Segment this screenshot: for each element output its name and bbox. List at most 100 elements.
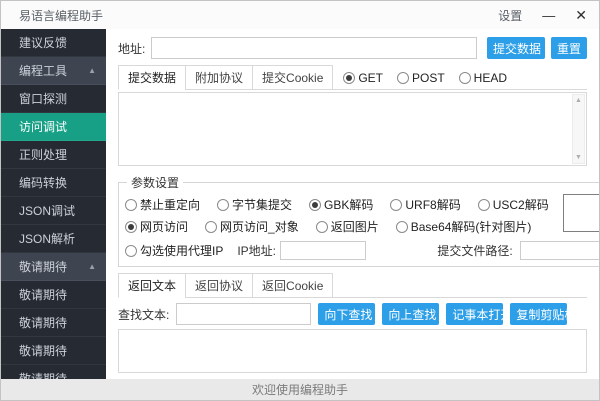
sidebar-item-encoding[interactable]: 编码转换 [1,169,106,197]
proxy-and-file-row: 勾选使用代理IP IP地址: 提交文件路径: ... [125,240,599,261]
radio-label: 禁止重定向 [140,198,201,212]
response-tabstrip: 返回文本 返回协议 返回Cookie [118,273,587,298]
sidebar-item-label: 敬请期待 [19,316,68,330]
statusbar: 欢迎使用编程助手 [1,379,599,400]
parameter-settings-group: 参数设置 禁止重定向 字节集提交 GBK解码 URF8解码 USC2解码 网页访… [118,174,599,267]
sidebar-item-coming-soon-1[interactable]: 敬请期待 [1,281,106,309]
tab-submit-data[interactable]: 提交数据 [118,65,187,90]
radio-utf8-decode[interactable]: URF8解码 [390,196,461,213]
find-row: 查找文本: 向下查找 向上查找 记事本打开 复制剪贴板 [118,303,587,325]
sidebar-item-json-parse[interactable]: JSON解析 [1,225,106,253]
sidebar-item-label: 建议反馈 [19,36,68,50]
sidebar-group-coming-soon[interactable]: 敬请期待 ▲ [1,253,106,281]
sidebar-item-access-debug[interactable]: 访问调试 [1,113,106,141]
tab-return-text[interactable]: 返回文本 [118,273,187,298]
radio-web-access-object[interactable]: 网页访问_对象 [205,218,299,235]
copy-clipboard-button[interactable]: 复制剪贴板 [510,303,576,325]
settings-button[interactable]: 设置 [498,7,522,24]
find-down-button[interactable]: 向下查找 [318,303,376,325]
close-icon[interactable]: ✕ [575,8,587,22]
radio-gbk-decode[interactable]: GBK解码 [309,196,373,213]
radio-byteset-submit[interactable]: 字节集提交 [217,196,292,213]
find-text-input[interactable] [176,303,312,325]
file-path-label: 提交文件路径: [437,244,513,258]
checkbox-use-proxy-ip[interactable]: 勾选使用代理IP [125,242,223,259]
sidebar-item-coming-soon-3[interactable]: 敬请期待 [1,337,106,365]
ip-address-input[interactable] [280,241,367,260]
sidebar-item-json-debug[interactable]: JSON调试 [1,197,106,225]
scroll-down-icon[interactable]: ▼ [575,154,582,161]
tab-return-protocol[interactable]: 返回协议 [185,273,254,298]
tab-extra-protocol[interactable]: 附加协议 [185,65,254,90]
radio-return-image[interactable]: 返回图片 [315,218,379,235]
scroll-up-icon[interactable]: ▲ [575,97,582,104]
sidebar-item-coming-soon-4[interactable]: 敬请期待 [1,365,106,379]
radio-icon [217,198,230,211]
sidebar-item-label: 窗口探测 [19,92,68,106]
open-notepad-button[interactable]: 记事本打开 [446,303,512,325]
radio-icon [395,220,408,233]
main-panel: 地址: 提交数据 重置 提交数据 附加协议 提交Cookie GET POST … [106,29,599,379]
submit-data-button[interactable]: 提交数据 [487,37,545,59]
radio-label: 网页访问 [140,220,189,234]
radio-get[interactable]: GET [343,71,383,85]
minimize-icon[interactable]: — [542,9,555,22]
status-text: 欢迎使用编程助手 [251,383,348,397]
radio-no-redirect[interactable]: 禁止重定向 [125,196,200,213]
radio-label: GBK解码 [324,198,374,212]
response-body-container [118,329,587,373]
radio-web-access[interactable]: 网页访问 [125,218,188,235]
sidebar-item-label: JSON解析 [19,232,76,246]
tab-return-cookie[interactable]: 返回Cookie [252,273,334,298]
radio-head[interactable]: HEAD [458,71,507,85]
sidebar-item-label: 编码转换 [19,176,68,190]
radio-label: 勾选使用代理IP [140,244,224,258]
tab-submit-cookie[interactable]: 提交Cookie [252,65,334,90]
sidebar-item-feedback[interactable]: 建议反馈 [1,29,106,57]
file-path-group: 提交文件路径: ... [437,241,599,260]
parameter-settings-legend: 参数设置 [131,176,180,190]
radio-label: POST [411,71,445,85]
collapse-arrow-icon: ▲ [88,66,96,75]
request-tabstrip: 提交数据 附加协议 提交Cookie GET POST HEAD [118,65,587,90]
radio-icon [125,220,137,233]
radio-label: URF8解码 [405,198,461,212]
radio-icon [390,198,403,211]
decode-options-row: 禁止重定向 字节集提交 GBK解码 URF8解码 USC2解码 [125,195,599,214]
sidebar-item-coming-soon-2[interactable]: 敬请期待 [1,309,106,337]
app-title: 易语言编程助手 [19,8,104,23]
sidebar-item-label: 访问调试 [19,120,68,134]
radio-icon [125,244,137,257]
request-body-container: ▲ ▼ [118,92,587,166]
sidebar-group-programming-tools[interactable]: 编程工具 ▲ [1,57,106,85]
radio-icon [205,220,218,233]
radio-usc2-decode[interactable]: USC2解码 [477,196,549,213]
sidebar-item-window-probe[interactable]: 窗口探测 [1,85,106,113]
radio-base64-decode[interactable]: Base64解码(针对图片) [395,218,532,235]
sidebar-item-label: 敬请期待 [19,372,68,379]
file-path-input[interactable] [519,241,599,260]
radio-label: 返回图片 [330,220,379,234]
access-mode-row: 网页访问 网页访问_对象 返回图片 Base64解码(针对图片) [125,217,599,236]
radio-post[interactable]: POST [396,71,445,85]
sidebar-item-label: 正则处理 [19,148,68,162]
radio-icon [458,72,471,84]
image-preview-box [562,194,599,232]
address-input[interactable] [151,37,477,59]
response-body-textarea[interactable] [118,329,587,373]
http-method-group: GET POST HEAD [343,71,507,89]
reset-button[interactable]: 重置 [551,37,587,59]
find-up-button[interactable]: 向上查找 [382,303,440,325]
radio-label: GET [358,71,383,85]
collapse-arrow-icon: ▲ [88,262,96,271]
vertical-scrollbar[interactable]: ▲ ▼ [572,94,585,164]
radio-icon [309,198,322,211]
radio-icon [315,220,328,233]
sidebar-item-regex[interactable]: 正则处理 [1,141,106,169]
titlebar: 易语言编程助手 设置 — ✕ [1,1,599,29]
radio-label: Base64解码(针对图片) [410,220,532,234]
radio-icon [125,198,137,211]
request-body-textarea[interactable] [118,92,587,166]
ip-address-label: IP地址: [237,244,277,258]
address-row: 地址: 提交数据 重置 [118,37,587,59]
